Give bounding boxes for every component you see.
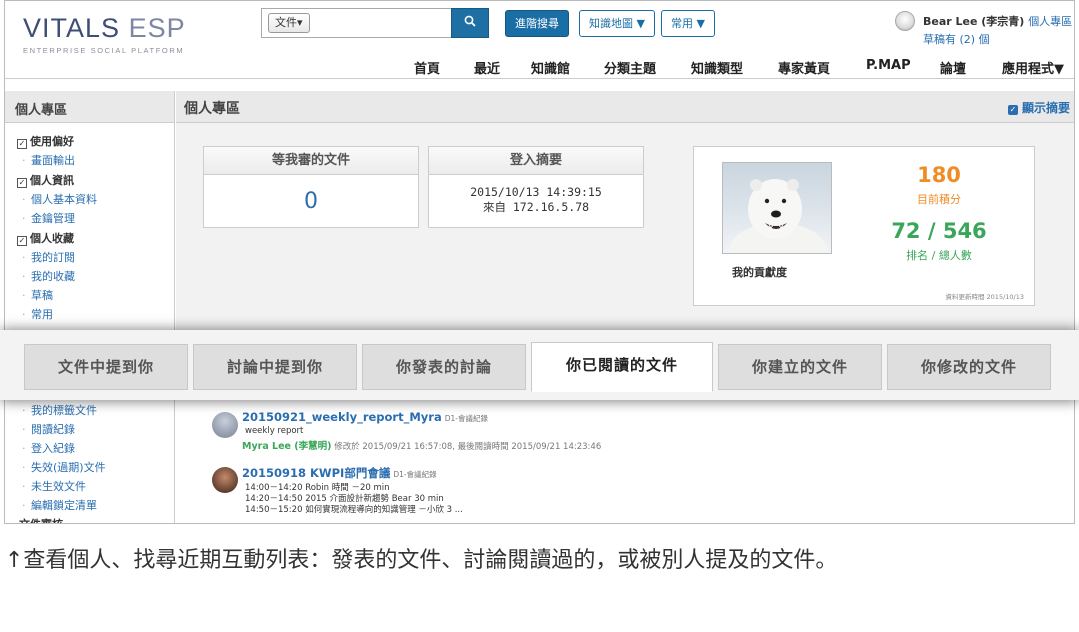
page-title: 個人專區 [184, 101, 240, 117]
contribution-label: 我的貢獻度 [732, 266, 787, 279]
login-summary-title: 登入摘要 [429, 147, 643, 175]
sidebar-lower-menu: 我的標籤文件 閱讀紀錄 登入紀錄 失效(過期)文件 未生效文件 編輯鎖定清單 [17, 401, 106, 515]
nav-recent[interactable]: 最近 [474, 58, 500, 77]
sidebar-item-login-history[interactable]: 登入紀錄 [17, 439, 106, 458]
feed-item-title[interactable]: 20150921_weekly_report_Myra [242, 410, 442, 424]
nav-knowledge-types[interactable]: 知識類型 [691, 58, 743, 77]
sidebar-group-personal-info[interactable]: ✓ 個人資訊 [17, 172, 162, 190]
advanced-search-button[interactable]: 進階搜尋 [505, 10, 569, 37]
sidebar-group-preferences[interactable]: ✓ 使用偏好 [17, 133, 162, 151]
feed-item-line: 14:50－15:20 如何實現流程導向的知識管理 －小欣 3 ... [245, 505, 463, 515]
logo-text: VITALS [23, 13, 121, 43]
sidebar-item-pending-docs[interactable]: 未生效文件 [17, 477, 106, 496]
sidebar-group-label: 個人收藏 [30, 232, 74, 245]
drafts-link[interactable]: 草稿有 (2) 個 [923, 31, 990, 47]
feed-item-title-row: 20150921_weekly_report_Myra D1-會議紀錄 [242, 410, 488, 424]
sidebar-item-display-output[interactable]: 畫面輸出 [17, 151, 162, 170]
feed-item-category: D1-會議紀錄 [444, 414, 488, 423]
nav-apps[interactable]: 應用程式▼ [1002, 58, 1064, 77]
sidebar-item-key-management[interactable]: 金鑰管理 [17, 209, 162, 228]
logo-subtitle: ENTERPRISE SOCIAL PLATFORM [23, 46, 185, 55]
current-points: 180 [917, 163, 961, 187]
main-content: 個人專區 ✓ 顯示摘要 等我審的文件 0 登入摘要 2015/10/13 14:3… [176, 91, 1074, 523]
data-update-time: 資料更新時間 2015/10/13 [945, 293, 1024, 301]
tab-mentioned-in-docs[interactable]: 文件中提到你 [24, 344, 188, 390]
sidebar-item-frequent[interactable]: 常用 [17, 305, 162, 324]
sidebar-item-drafts[interactable]: 草稿 [17, 286, 162, 305]
search-bar: 文件▾ [261, 8, 489, 38]
checkbox-checked-icon: ✓ [1007, 105, 1018, 115]
sidebar-title: 個人專區 [5, 91, 174, 123]
nav-knowledge-hall[interactable]: 知識館 [531, 58, 570, 77]
activity-feed: 20150921_weekly_report_Myra D1-會議紀錄 weekl… [176, 399, 1074, 523]
polar-bear-photo [722, 162, 832, 254]
user-avatar[interactable] [212, 467, 238, 493]
polar-bear-image [730, 179, 826, 253]
sidebar-item-tagged-docs[interactable]: 我的標籤文件 [17, 401, 106, 420]
nav-category-topics[interactable]: 分類主題 [604, 58, 656, 77]
user-zone-link[interactable]: 個人專區 [1028, 15, 1072, 28]
sidebar: 個人專區 ✓使用偏好 畫面輸出 ✓個人資訊 個人基本資料 金鑰管理 ✓個人收藏 … [5, 91, 175, 523]
feed-item-title[interactable]: 20150918 KWPI部門會議 [242, 466, 390, 480]
feed-item-meta-row: Myra Lee (李慧明) 修改於 2015/09/21 16:57:08, … [242, 438, 601, 452]
sidebar-group-doc-review[interactable]: 文件審核 [19, 516, 63, 523]
sidebar-item-basic-profile[interactable]: 個人基本資料 [17, 190, 162, 209]
common-menu-button[interactable]: 常用 ▼ [661, 10, 715, 37]
rank-total-label: 排名 / 總人數 [906, 249, 972, 262]
nav-expert-pages[interactable]: 專家黃頁 [778, 58, 830, 77]
nav-pmap[interactable]: P.MAP [866, 58, 911, 73]
checkbox-icon: ✓ [17, 178, 27, 188]
tab-read-documents[interactable]: 你已閱讀的文件 [531, 342, 713, 392]
sidebar-group-collections[interactable]: ✓ 個人收藏 [17, 230, 162, 248]
login-time: 2015/10/13 14:39:15 [470, 185, 602, 199]
sidebar-item-edit-locks[interactable]: 編輯鎖定清單 [17, 496, 106, 515]
user-avatar[interactable] [895, 11, 915, 31]
contribution-card: 我的貢獻度 180 目前積分 72 / 546 排名 / 總人數 資料更新時間 … [693, 146, 1035, 306]
sidebar-group-label: 個人資訊 [30, 174, 74, 187]
feed-item-title-row: 20150918 KWPI部門會議 D1-會議紀錄 [242, 465, 437, 481]
tab-modified-documents[interactable]: 你修改的文件 [887, 344, 1051, 390]
top-header: VITALS ESP ENTERPRISE SOCIAL PLATFORM 文件… [5, 1, 1074, 79]
rank-total: 72 / 546 [891, 219, 987, 243]
sidebar-group-label: 使用偏好 [30, 135, 74, 148]
user-name: Bear Lee (李宗青) [923, 15, 1025, 28]
caption-text: ↑查看個人、找尋近期互動列表：發表的文件、討論閱讀過的，或被別人提及的文件。 [5, 548, 838, 573]
tab-created-documents[interactable]: 你建立的文件 [718, 344, 882, 390]
current-points-label: 目前積分 [917, 193, 961, 206]
tab-your-discussions[interactable]: 你發表的討論 [362, 344, 526, 390]
search-button[interactable] [451, 8, 489, 38]
search-icon [464, 15, 476, 27]
checkbox-icon: ✓ [17, 236, 27, 246]
nav-forum[interactable]: 論壇 [940, 58, 966, 77]
sidebar-item-favorites[interactable]: 我的收藏 [17, 267, 162, 286]
checkbox-icon: ✓ [17, 139, 27, 149]
pending-review-card: 等我審的文件 0 [203, 146, 419, 228]
vitals-logo[interactable]: VITALS ESP ENTERPRISE SOCIAL PLATFORM [23, 13, 186, 55]
login-ip: 來自 172.16.5.78 [482, 200, 590, 214]
main-header: 個人專區 ✓ 顯示摘要 [176, 91, 1074, 123]
pending-review-title: 等我審的文件 [204, 147, 418, 175]
show-summary-label: 顯示摘要 [1021, 101, 1070, 115]
user-avatar[interactable] [212, 412, 238, 438]
sidebar-item-expired-docs[interactable]: 失效(過期)文件 [17, 458, 106, 477]
nav-home[interactable]: 首頁 [414, 58, 440, 77]
app-window: VITALS ESP ENTERPRISE SOCIAL PLATFORM 文件… [4, 0, 1075, 524]
tab-mentioned-in-discussions[interactable]: 討論中提到你 [193, 344, 357, 390]
search-type-select[interactable]: 文件▾ [268, 13, 310, 33]
knowledge-map-button[interactable]: 知識地圖 ▼ [579, 10, 655, 37]
feed-item-summary: weekly report [245, 426, 304, 436]
sidebar-item-subscriptions[interactable]: 我的訂閱 [17, 248, 162, 267]
pending-review-count[interactable]: 0 [204, 189, 418, 214]
feed-item-category: D1-會議紀錄 [393, 470, 437, 479]
show-summary-toggle[interactable]: ✓ 顯示摘要 [1007, 99, 1070, 116]
activity-tabs: 文件中提到你 討論中提到你 你發表的討論 你已閱讀的文件 你建立的文件 你修改的… [0, 330, 1079, 400]
feed-item-meta: 修改於 2015/09/21 16:57:08, 最後閱讀時間 2015/09/… [334, 442, 602, 452]
sidebar-item-read-history[interactable]: 閱讀紀錄 [17, 420, 106, 439]
feed-item-author[interactable]: Myra Lee (李慧明) [242, 441, 331, 452]
search-input[interactable] [322, 12, 444, 34]
logo-esp-text: ESP [128, 13, 186, 43]
sidebar-menu: ✓使用偏好 畫面輸出 ✓個人資訊 個人基本資料 金鑰管理 ✓個人收藏 我的訂閱 … [5, 123, 174, 332]
login-summary-card: 登入摘要 2015/10/13 14:39:15 來自 172.16.5.78 [428, 146, 644, 228]
